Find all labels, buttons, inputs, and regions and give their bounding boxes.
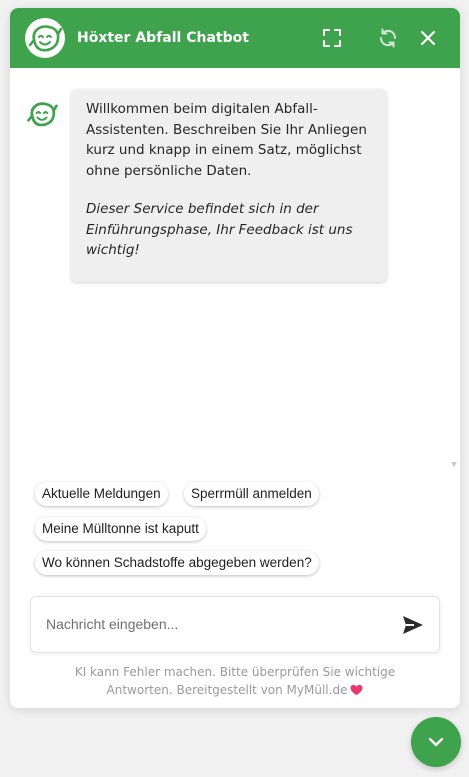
disclaimer-line: KI kann Fehler machen. Bitte überprüfen … — [74, 665, 396, 679]
refresh-icon — [379, 28, 397, 48]
smiling-leaf-logo-icon — [25, 18, 65, 58]
fullscreen-icon — [323, 29, 341, 47]
welcome-line: Willkommen beim digitalen Abfall- — [86, 101, 318, 117]
message-composer — [30, 596, 440, 653]
message-input[interactable] — [46, 613, 376, 635]
welcome-line: Assistenten. Beschreiben Sie Ihr Anliege… — [86, 121, 367, 138]
welcome-line: ohne persönliche Daten. — [86, 162, 252, 179]
chat-header: Höxter Abfall Chatbot — [10, 8, 460, 68]
feedback-note-line: Dieser Service befindet sich in der — [86, 201, 319, 217]
suggestion-chip[interactable]: Aktuelle Meldungen — [35, 482, 168, 506]
send-icon — [403, 616, 423, 634]
send-button[interactable] — [401, 614, 425, 636]
feedback-note-line: wichtig! — [86, 242, 140, 258]
welcome-line: kurz und knapp in einem Satz, möglichst — [86, 142, 362, 158]
smiling-leaf-avatar-icon — [27, 102, 58, 127]
scroll-down-arrow-icon[interactable] — [451, 462, 457, 467]
heart-icon — [350, 684, 364, 696]
refresh-button[interactable] — [376, 26, 400, 50]
bot-welcome-message: Willkommen beim digitalen Abfall- Assist… — [71, 89, 387, 282]
chat-title: Höxter Abfall Chatbot — [77, 30, 249, 46]
suggestion-chip[interactable]: Sperrmüll anmelden — [184, 482, 319, 506]
suggestion-chip[interactable]: Meine Mülltonne ist kaputt — [35, 517, 206, 541]
chat-window: Höxter Abfall Chatbot Willkommen beim di… — [10, 8, 460, 708]
chevron-down-icon — [428, 737, 444, 747]
ai-disclaimer: KI kann Fehler machen. Bitte überprüfen … — [30, 663, 440, 699]
suggestion-chip[interactable]: Wo können Schadstoffe abgegeben werden? — [35, 551, 319, 575]
disclaimer-line: Antworten. Bereitgestellt von MyMüll.de — [106, 683, 348, 697]
fullscreen-button[interactable] — [320, 26, 344, 50]
close-button[interactable] — [416, 26, 440, 50]
feedback-note-line: Einführungsphase, Ihr Feedback ist uns — [86, 221, 353, 238]
close-icon — [420, 30, 436, 46]
chat-launcher-button[interactable] — [411, 717, 461, 767]
